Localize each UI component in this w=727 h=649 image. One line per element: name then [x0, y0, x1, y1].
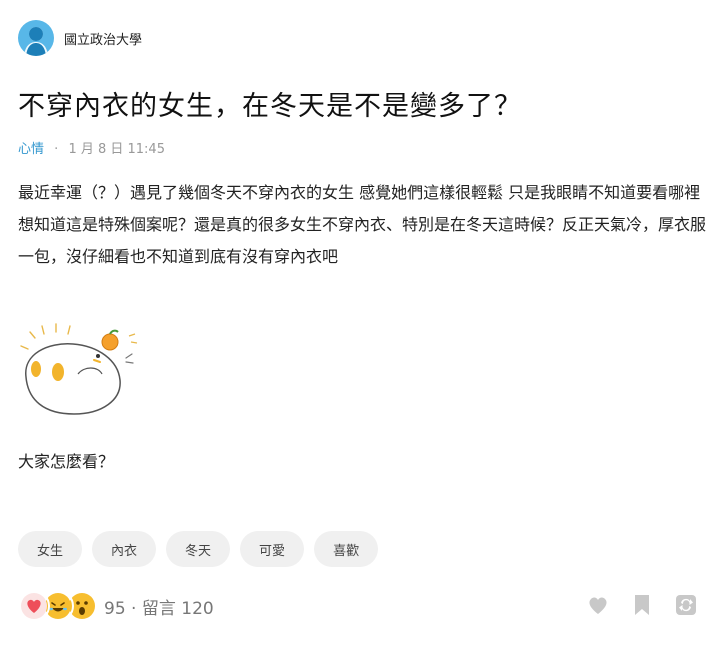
tag-chip[interactable]: 內衣 [92, 531, 157, 567]
like-button[interactable] [585, 592, 611, 618]
post-question: 大家怎麼看？ [18, 452, 115, 471]
post-paragraph: 想知道這是特殊個案呢？還是真的很多女生不穿內衣、特別是在冬天這時候？反正天氣冷，… [18, 215, 707, 266]
user-silhouette-icon [24, 27, 48, 56]
post-meta: 心情 · 1 月 8 日 11:45 [18, 138, 165, 157]
post-body: 最近幸運（？）遇見了幾個冬天不穿內衣的女生 感覺她們這樣很輕鬆 只是我眼睛不知道… [18, 177, 708, 273]
reaction-summary[interactable] [18, 590, 98, 622]
sticker-orange [101, 333, 119, 351]
meta-separator: · [54, 142, 59, 157]
sticker-foot-left [31, 361, 41, 377]
engagement-count: 95 · 留言 120 [104, 594, 214, 619]
comment-count[interactable]: 留言 120 [142, 599, 214, 619]
post-stats: 95 · 留言 120 [18, 590, 214, 622]
bookmark-icon [635, 595, 649, 615]
tag-list: 女生 內衣 冬天 可愛 喜歡 [18, 531, 379, 567]
stats-separator: · [131, 598, 137, 619]
share-icon [676, 595, 696, 615]
board-link[interactable]: 心情 [18, 142, 44, 157]
post-author-header: 國立政治大學 [18, 20, 142, 56]
tag-chip[interactable]: 女生 [18, 531, 83, 567]
tag-chip[interactable]: 冬天 [166, 531, 231, 567]
like-heart-icon [589, 597, 607, 614]
heart-reaction-icon [18, 590, 50, 622]
share-button[interactable] [673, 592, 699, 618]
avatar[interactable] [18, 20, 54, 56]
post-title: 不穿內衣的女生，在冬天是不是變多了？ [18, 91, 522, 122]
tag-chip[interactable]: 可愛 [240, 531, 305, 567]
post-date: 1 月 8 日 11:45 [68, 142, 165, 157]
post-actions [585, 592, 699, 618]
bookmark-button[interactable] [629, 592, 655, 618]
school-name[interactable]: 國立政治大學 [64, 29, 142, 48]
sticker-foot-right [52, 363, 64, 381]
tag-chip[interactable]: 喜歡 [314, 531, 379, 567]
sticker-body [25, 343, 121, 415]
reaction-count: 95 [104, 598, 126, 619]
sticker-image [20, 323, 138, 415]
post-paragraph: 最近幸運（？）遇見了幾個冬天不穿內衣的女生 感覺她們這樣很輕鬆 只是我眼睛不知道… [18, 183, 701, 202]
